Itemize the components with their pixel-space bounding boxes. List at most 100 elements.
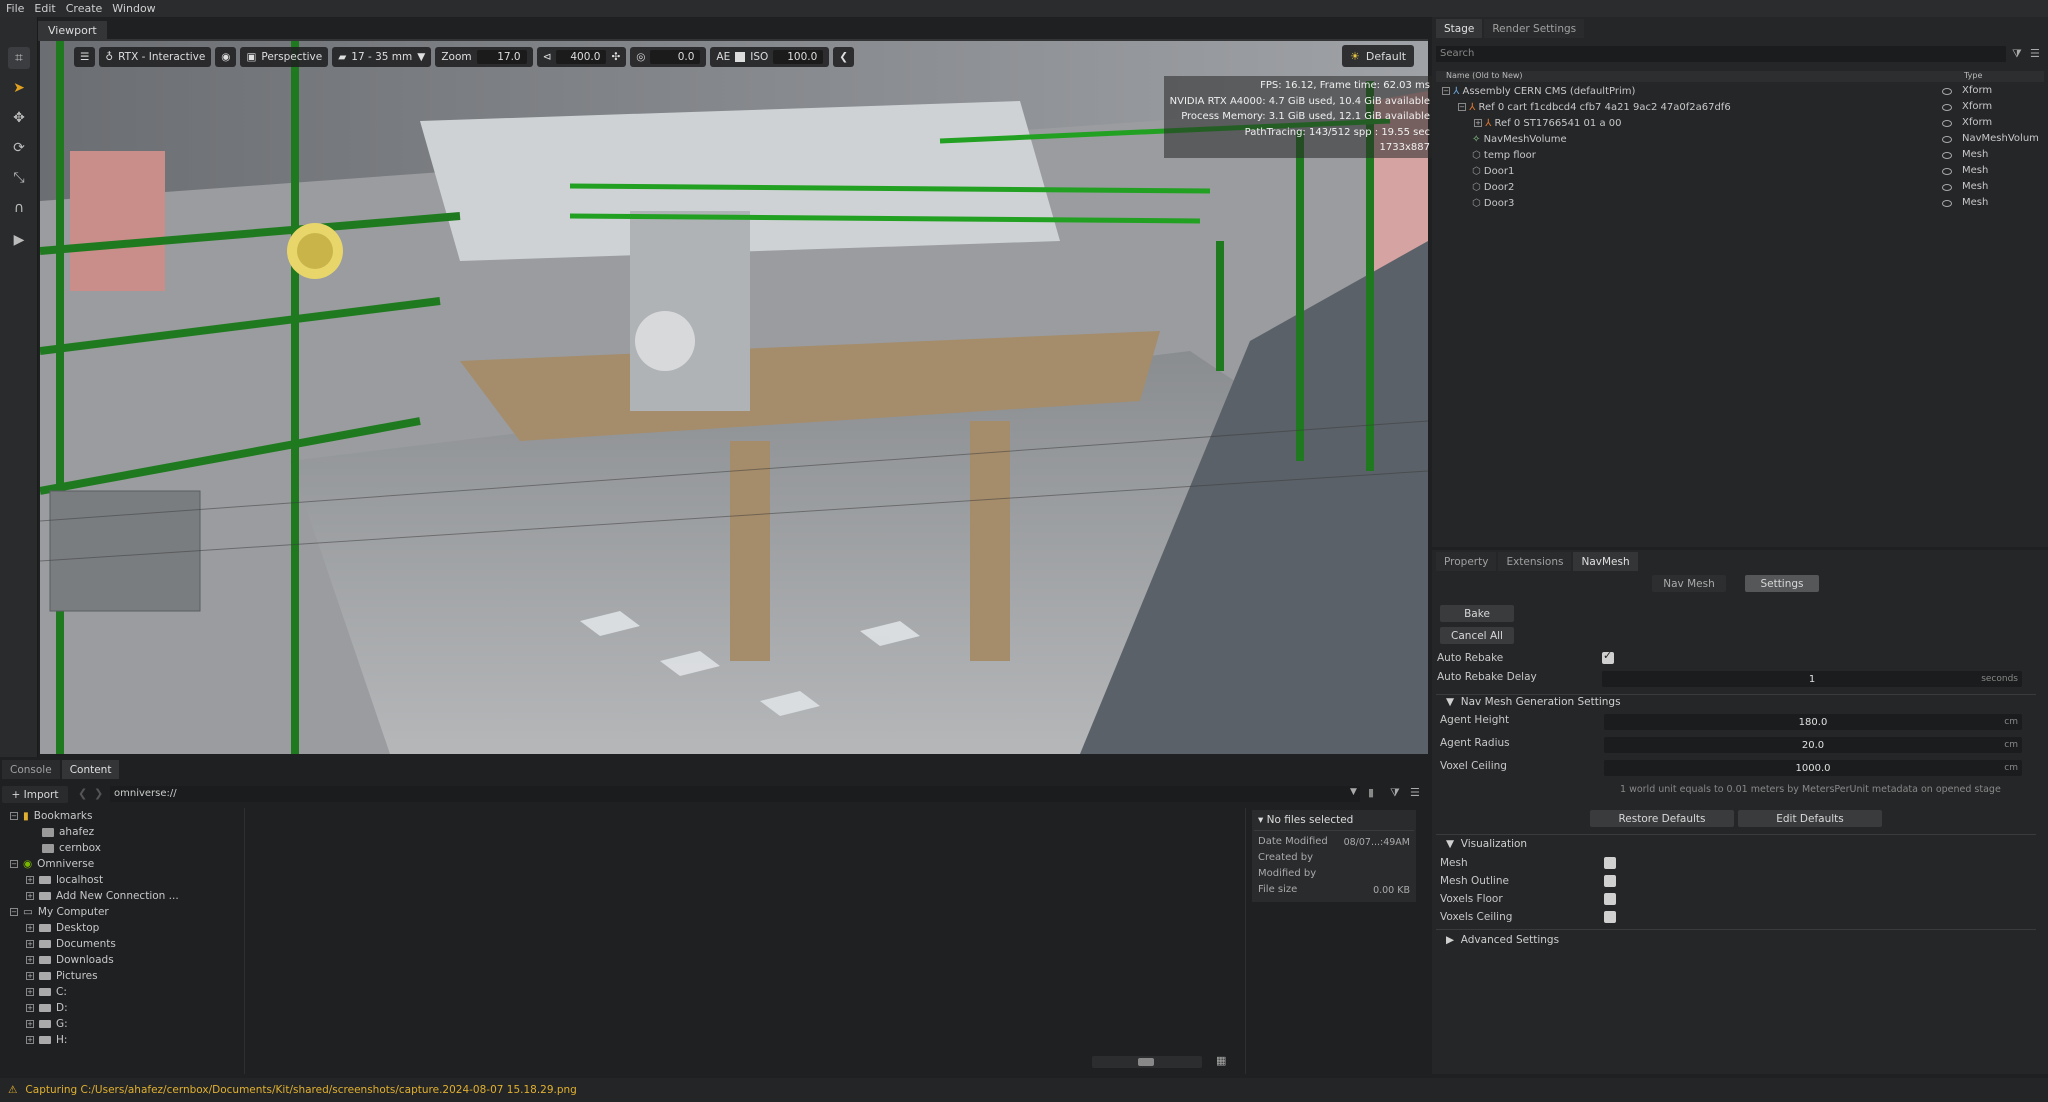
eye-icon[interactable] [1942, 120, 1952, 127]
stage-row[interactable]: ✧ NavMeshVolume [1472, 131, 1567, 147]
stage-row[interactable]: + ⅄ Ref 0 ST1766541 01 a 00 [1474, 115, 1621, 131]
vis-mesh-checkbox[interactable] [1604, 857, 1616, 869]
expand-icon[interactable]: + [26, 940, 34, 948]
slider-handle[interactable] [1138, 1058, 1154, 1066]
menu-create[interactable]: Create [66, 2, 103, 15]
tree-drive-d[interactable]: + D: [26, 1002, 68, 1014]
select-mode-icon[interactable]: ⌗ [8, 47, 30, 69]
path-dropdown-icon[interactable]: ▼ [1350, 787, 1357, 797]
ae-checkbox[interactable] [735, 52, 746, 62]
eye-icon[interactable] [1942, 200, 1952, 207]
tree-drive-c[interactable]: + C: [26, 986, 67, 998]
iso-field[interactable]: 100.0 [773, 50, 824, 64]
scale-icon[interactable]: ⤡ [8, 167, 30, 189]
back-icon[interactable]: ❮ [78, 787, 87, 800]
snap-icon[interactable]: ∩ [8, 197, 30, 219]
eye-icon[interactable] [1942, 104, 1952, 111]
generation-settings-header[interactable]: ▼ Nav Mesh Generation Settings [1446, 696, 1621, 708]
expand-icon[interactable]: + [26, 956, 34, 964]
type-column-header[interactable]: Type [1964, 71, 1982, 80]
advanced-settings-header[interactable]: ▶ Advanced Settings [1446, 934, 1559, 946]
tree-my-computer[interactable]: − ▭ My Computer [10, 906, 109, 918]
stage-search-input[interactable]: Search [1436, 46, 2006, 62]
tab-console[interactable]: Console [2, 760, 60, 779]
restore-defaults-button[interactable]: Restore Defaults [1590, 810, 1734, 827]
tree-drive-h[interactable]: + H: [26, 1034, 67, 1046]
collapse-icon[interactable]: − [1458, 103, 1466, 111]
tab-content[interactable]: Content [61, 760, 120, 779]
bake-button[interactable]: Bake [1440, 605, 1514, 622]
forward-icon[interactable]: ❯ [94, 787, 103, 800]
grid-view-icon[interactable]: ▦ [1216, 1054, 1226, 1067]
subtab-settings[interactable]: Settings [1745, 575, 1819, 592]
lighting-button[interactable]: ☀ Default [1342, 45, 1415, 67]
stage-row[interactable]: ⬡ Door1 [1472, 163, 1514, 179]
exposure-field[interactable]: 0.0 [650, 50, 701, 64]
rotate-icon[interactable]: ⟳ [8, 137, 30, 159]
filter-icon[interactable]: ⧩ [1390, 786, 1400, 800]
stage-row[interactable]: ⬡ temp floor [1472, 147, 1536, 163]
expand-icon[interactable]: + [26, 1020, 34, 1028]
expand-icon[interactable]: + [1474, 119, 1482, 127]
tree-documents[interactable]: + Documents [26, 938, 116, 950]
auto-rebake-delay-field[interactable]: 1 seconds [1602, 671, 2022, 687]
move-icon[interactable]: ✥ [8, 107, 30, 129]
visualization-header[interactable]: ▼ Visualization [1446, 838, 1527, 850]
expand-icon[interactable]: + [26, 988, 34, 996]
renderer-button[interactable]: ♁ RTX - Interactive [99, 47, 212, 67]
agent-radius-field[interactable]: 20.0 cm [1604, 737, 2022, 753]
select-arrow-icon[interactable]: ➤ [8, 77, 30, 99]
tab-stage[interactable]: Stage [1436, 19, 1483, 38]
tree-omniverse[interactable]: − ◉ Omniverse [10, 858, 94, 870]
zoom-field[interactable]: 17.0 [476, 50, 527, 64]
tab-viewport[interactable]: Viewport [38, 21, 107, 39]
tab-extensions[interactable]: Extensions [1498, 552, 1572, 571]
menu-file[interactable]: File [6, 2, 24, 15]
collapse-icon[interactable]: − [10, 860, 18, 868]
expand-icon[interactable]: + [26, 924, 34, 932]
camera-button[interactable]: ▣ Perspective [240, 47, 329, 67]
tab-property[interactable]: Property [1436, 552, 1497, 571]
tab-navmesh[interactable]: NavMesh [1573, 552, 1638, 571]
tree-ahafez[interactable]: ahafez [42, 826, 94, 838]
tab-render-settings[interactable]: Render Settings [1484, 19, 1585, 38]
thumbnail-size-slider[interactable] [1092, 1056, 1202, 1068]
bookmark-icon[interactable]: ▮ [1368, 786, 1374, 799]
play-icon[interactable]: ▶ [8, 229, 30, 251]
stage-row[interactable]: − ⅄ Assembly CERN CMS (defaultPrim) [1442, 83, 1635, 99]
tree-cernbox[interactable]: cernbox [42, 842, 101, 854]
eye-icon[interactable] [1942, 168, 1952, 175]
edit-defaults-button[interactable]: Edit Defaults [1738, 810, 1882, 827]
speed-field[interactable]: 400.0 [556, 50, 607, 64]
tree-drive-g[interactable]: + G: [26, 1018, 68, 1030]
eye-icon[interactable] [1942, 88, 1952, 95]
vis-ceiling-checkbox[interactable] [1604, 911, 1616, 923]
subtab-nav-mesh[interactable]: Nav Mesh [1652, 575, 1726, 592]
expand-icon[interactable]: + [26, 972, 34, 980]
tree-desktop[interactable]: + Desktop [26, 922, 99, 934]
collapse-icon[interactable]: − [1442, 87, 1450, 95]
agent-height-field[interactable]: 180.0 cm [1604, 714, 2022, 730]
stage-row[interactable]: ⬡ Door2 [1472, 179, 1514, 195]
vis-outline-checkbox[interactable] [1604, 875, 1616, 887]
eye-icon[interactable] [1942, 152, 1952, 159]
expand-icon[interactable]: + [26, 1036, 34, 1044]
import-button[interactable]: + Import [2, 786, 68, 803]
menu-window[interactable]: Window [112, 2, 155, 15]
menu-edit[interactable]: Edit [34, 2, 55, 15]
tree-localhost[interactable]: + localhost [26, 874, 103, 886]
navigation-icon[interactable]: ✣ [611, 51, 620, 63]
filter-icon[interactable]: ⧩ [2012, 47, 2022, 61]
auto-rebake-checkbox[interactable] [1602, 649, 1614, 664]
tree-downloads[interactable]: + Downloads [26, 954, 114, 966]
viewport-menu-button[interactable]: ☰ [74, 47, 96, 67]
tree-pictures[interactable]: + Pictures [26, 970, 98, 982]
collapse-toolbar-button[interactable]: ❮ [833, 47, 855, 67]
expand-icon[interactable]: + [26, 892, 34, 900]
cancel-all-button[interactable]: Cancel All [1440, 627, 1514, 644]
path-input[interactable]: omniverse:// [110, 786, 1360, 802]
list-options-icon[interactable]: ☰ [1410, 786, 1420, 799]
name-column-header[interactable]: Name (Old to New) [1446, 71, 1523, 80]
tree-add-connection[interactable]: + Add New Connection ... [26, 890, 179, 902]
collapse-icon[interactable]: − [10, 812, 18, 820]
